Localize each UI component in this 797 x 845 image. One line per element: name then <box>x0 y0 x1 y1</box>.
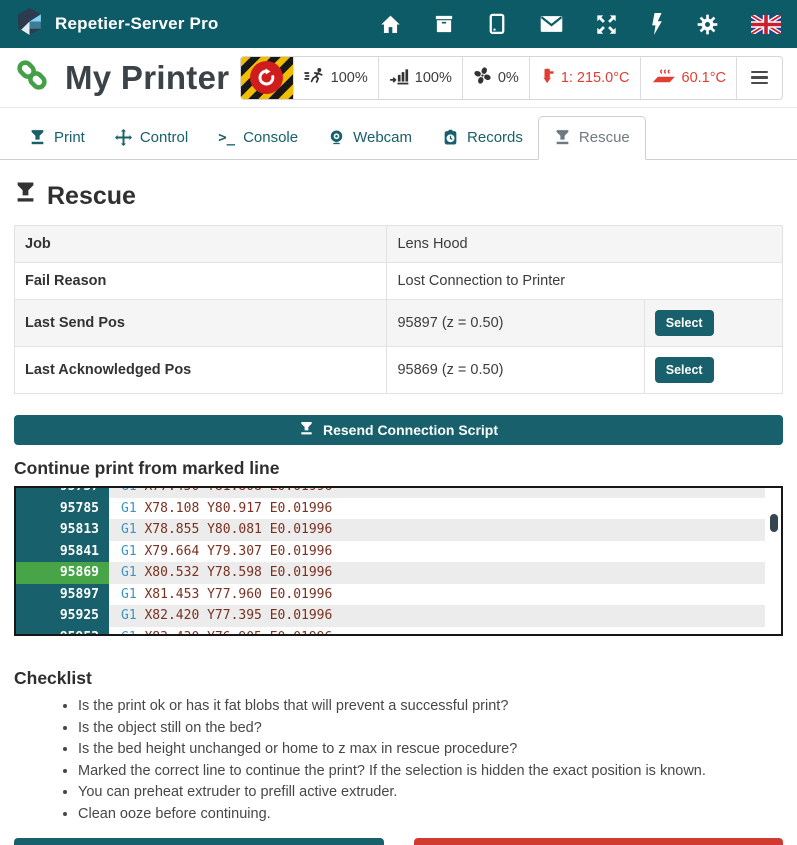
checklist-item: Is the bed height unchanged or home to z… <box>78 741 783 757</box>
printer-box-icon[interactable] <box>434 14 454 34</box>
speed-runner-icon <box>304 67 325 89</box>
printer-name: My Printer <box>65 59 229 97</box>
tab-print[interactable]: Print <box>14 117 100 159</box>
top-navbar: Repetier-Server Pro <box>0 0 797 48</box>
select-last-acknowledged-pos-button[interactable]: Select <box>655 357 714 383</box>
tab-control[interactable]: Control <box>100 117 203 159</box>
flow-status[interactable]: 100% <box>378 57 462 99</box>
fan-value: 0% <box>498 70 519 86</box>
fail-reason-value: Lost Connection to Printer <box>387 263 783 300</box>
bed-temp-status[interactable]: 60.1°C <box>640 57 737 99</box>
checklist: Is the print ok or has it fat blobs that… <box>14 698 783 822</box>
table-row: Fail Reason Lost Connection to Printer <box>15 263 783 300</box>
tab-rescue[interactable]: Rescue <box>538 116 646 160</box>
mail-icon[interactable] <box>540 15 563 33</box>
table-row: Last Send Pos 95897 (z = 0.50) Select <box>15 300 783 347</box>
print-nozzle-icon <box>29 129 46 146</box>
heated-bed-icon <box>651 67 676 89</box>
rescue-title-icon <box>14 181 37 211</box>
console-prompt-icon: >_ <box>218 130 235 146</box>
speed-status[interactable]: 100% <box>293 57 378 99</box>
rescue-info-table: Job Lens Hood Fail Reason Lost Connectio… <box>14 225 783 394</box>
app-title: Repetier-Server Pro <box>55 14 218 34</box>
extruder-temp-status[interactable]: 1: 215.0°C <box>529 57 640 99</box>
printer-tabs: Print Control >_ Console Webcam Records … <box>0 108 797 160</box>
printer-header: My Printer 100% 100% 0% 1: 215.0°C 60.1°… <box>0 48 797 108</box>
tablet-icon[interactable] <box>487 13 507 35</box>
printer-status-bar: 100% 100% 0% 1: 215.0°C 60.1°C <box>240 56 783 100</box>
tab-console[interactable]: >_ Console <box>203 117 313 159</box>
flow-value: 100% <box>415 70 452 86</box>
rescue-page-title: Rescue <box>14 181 783 211</box>
job-value: Lens Hood <box>387 226 783 263</box>
checklist-item: Clean ooze before continuing. <box>78 806 783 822</box>
flow-bars-icon <box>389 67 409 89</box>
checklist-item: Is the print ok or has it fat blobs that… <box>78 698 783 714</box>
resend-connection-script-button[interactable]: Resend Connection Script <box>14 415 783 445</box>
checklist-item: Marked the correct line to continue the … <box>78 763 783 779</box>
tab-webcam[interactable]: Webcam <box>313 117 427 159</box>
continue-print-heading: Continue print from marked line <box>14 458 783 479</box>
checklist-item: You can preheat extruder to prefill acti… <box>78 784 783 800</box>
printer-menu-button[interactable] <box>736 57 782 99</box>
checklist-item: Is the object still on the bed? <box>78 720 783 736</box>
bed-temp-value: 60.1°C <box>682 70 727 86</box>
last-acknowledged-pos-value: 95869 (z = 0.50) <box>387 347 644 394</box>
gcode-line[interactable]: 95785G1 X78.108 Y80.917 E0.01996 <box>16 498 765 520</box>
select-last-send-pos-button[interactable]: Select <box>655 310 714 336</box>
settings-gear-icon[interactable] <box>697 14 718 35</box>
rescue-nozzle-icon <box>554 129 571 146</box>
gcode-line[interactable]: 95897G1 X81.453 Y77.960 E0.01996 <box>16 584 765 606</box>
last-send-pos-value: 95897 (z = 0.50) <box>387 300 644 347</box>
fan-status[interactable]: 0% <box>462 57 529 99</box>
printer-nozzle-icon <box>299 421 314 439</box>
gcode-line[interactable]: 95953G1 X83.430 Y76.905 E0.01996 <box>16 627 765 637</box>
gcode-viewer[interactable]: 95757G1 X77.450 Y81.808 E0.01996 95785G1… <box>14 486 783 636</box>
repetier-logo <box>16 7 43 41</box>
continue-print-button[interactable]: Continue Print <box>14 838 384 845</box>
table-row: Last Acknowledged Pos 95869 (z = 0.50) S… <box>15 347 783 394</box>
uk-flag-language-icon[interactable] <box>751 15 781 34</box>
gcode-scrollbar-thumb[interactable] <box>770 514 778 532</box>
gcode-line[interactable]: 95813G1 X78.855 Y80.081 E0.01996 <box>16 519 765 541</box>
extruder-temp-icon <box>540 67 555 89</box>
gcode-line[interactable]: 95841G1 X79.664 Y79.307 E0.01996 <box>16 541 765 563</box>
fan-icon <box>473 66 492 89</box>
gcode-line[interactable]: 95757G1 X77.450 Y81.808 E0.01996 <box>16 486 765 498</box>
emergency-stop-button[interactable] <box>241 57 293 99</box>
checklist-heading: Checklist <box>14 668 783 689</box>
records-clipboard-icon <box>442 129 459 146</box>
tab-records[interactable]: Records <box>427 117 538 159</box>
move-arrows-icon <box>115 129 132 146</box>
home-icon[interactable] <box>380 14 401 35</box>
emergency-stop-icon <box>250 61 283 94</box>
power-bolt-icon[interactable] <box>650 13 664 35</box>
gcode-line-selected[interactable]: 95869G1 X80.532 Y78.598 E0.01996 <box>16 562 765 584</box>
speed-value: 100% <box>331 70 368 86</box>
table-row: Job Lens Hood <box>15 226 783 263</box>
gcode-line[interactable]: 95925G1 X82.420 Y77.395 E0.01996 <box>16 605 765 627</box>
extruder-temp-value: 1: 215.0°C <box>561 70 630 86</box>
connection-chain-icon[interactable] <box>14 57 50 98</box>
webcam-icon <box>328 129 345 146</box>
cancel-print-button[interactable]: Cancel Print <box>414 838 784 845</box>
expand-arrows-icon[interactable] <box>596 14 617 35</box>
